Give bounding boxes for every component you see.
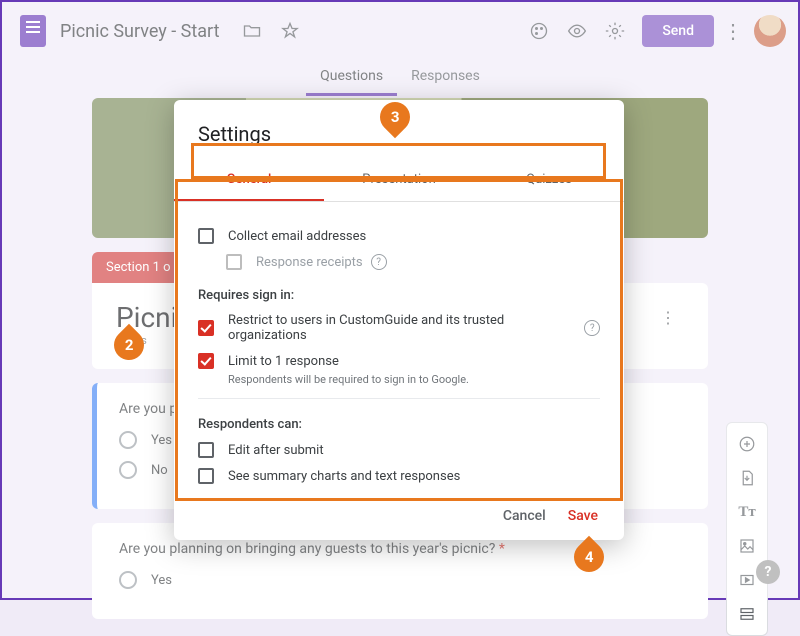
checkbox-response-receipts: Response receipts? xyxy=(226,254,600,270)
add-section-icon[interactable] xyxy=(731,599,763,629)
checkbox-edit-after[interactable]: Edit after submit xyxy=(198,442,600,458)
tab-general[interactable]: General xyxy=(174,160,324,201)
hint-text: Respondents will be required to sign in … xyxy=(228,373,600,386)
dialog-actions: Cancel Save xyxy=(174,498,624,524)
save-button[interactable]: Save xyxy=(568,508,598,524)
settings-body: Collect email addresses Response receipt… xyxy=(174,202,624,498)
section-label: Respondents can: xyxy=(198,417,600,432)
section-label: Requires sign in: xyxy=(198,288,600,303)
tab-presentation[interactable]: Presentation xyxy=(324,160,474,201)
help-icon[interactable]: ? xyxy=(371,254,387,270)
checkbox-collect-email[interactable]: Collect email addresses xyxy=(198,228,600,244)
help-icon[interactable]: ? xyxy=(584,320,600,336)
checkbox-see-summary[interactable]: See summary charts and text responses xyxy=(198,468,600,484)
checkbox-limit-one[interactable]: Limit to 1 response xyxy=(198,353,600,369)
divider xyxy=(198,398,600,399)
settings-dialog: Settings General Presentation Quizzes Co… xyxy=(174,100,624,540)
checkbox-restrict-org[interactable]: Restrict to users in CustomGuide and its… xyxy=(198,313,600,343)
settings-tabs: General Presentation Quizzes xyxy=(174,160,624,202)
tab-quizzes[interactable]: Quizzes xyxy=(474,160,624,201)
cancel-button[interactable]: Cancel xyxy=(503,508,546,524)
